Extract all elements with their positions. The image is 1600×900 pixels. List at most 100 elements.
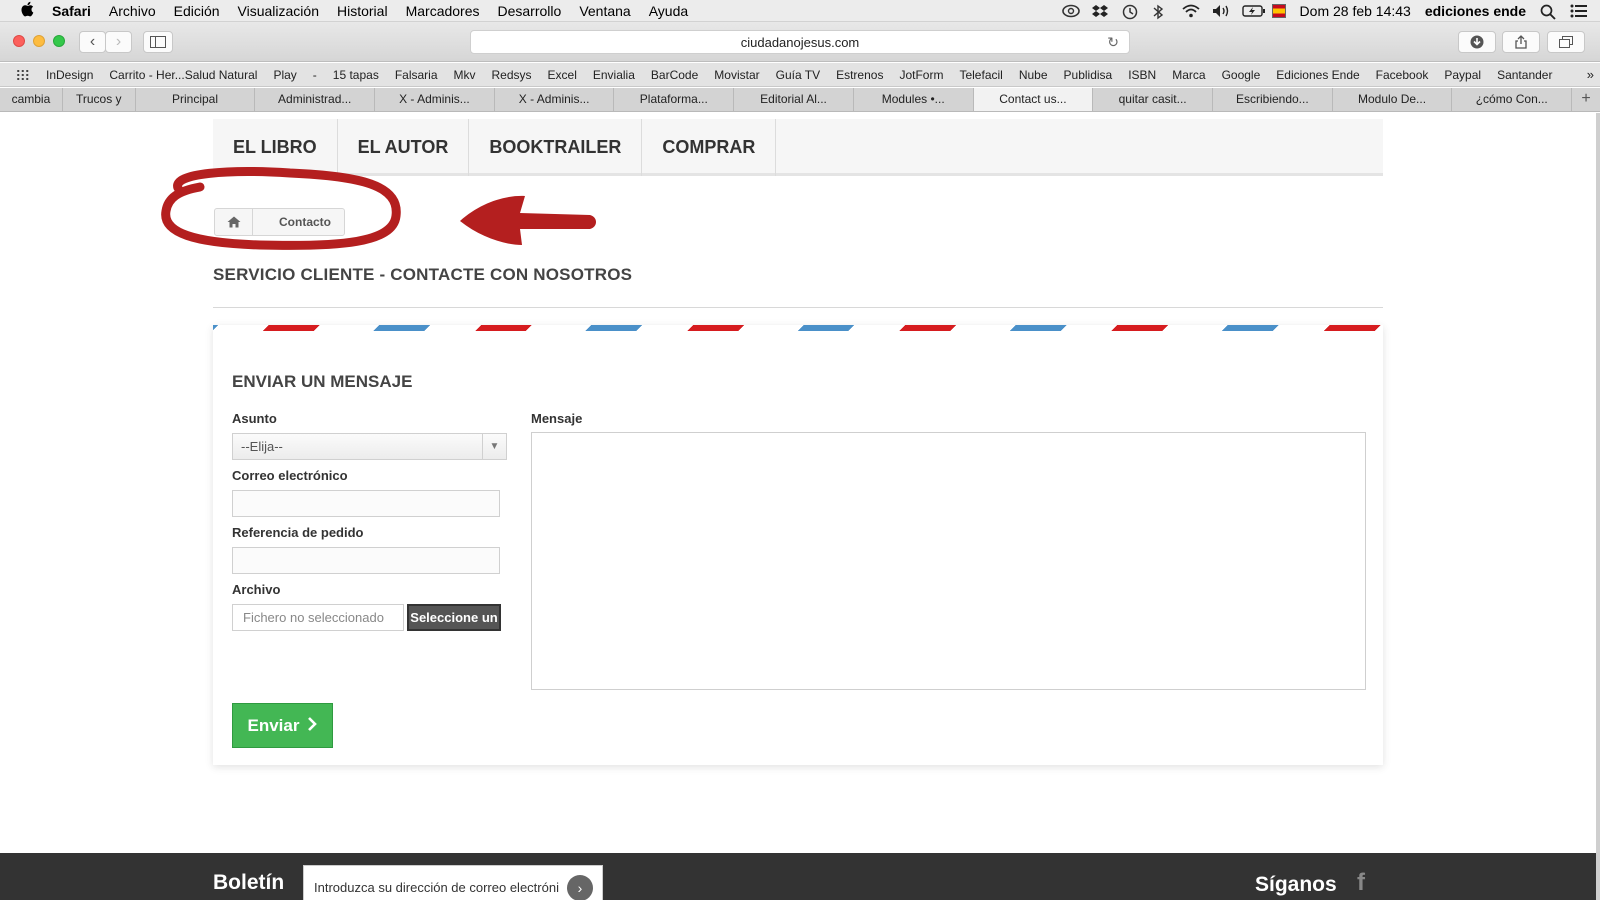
spotlight-search-icon[interactable] — [1540, 4, 1556, 20]
notification-center-icon[interactable] — [1570, 4, 1587, 18]
share-button[interactable] — [1502, 31, 1540, 53]
back-button[interactable]: ‹ — [79, 31, 106, 53]
annotation-circle — [161, 167, 401, 250]
forward-button[interactable]: › — [105, 31, 132, 53]
bookmark-item[interactable]: Publidisa — [1064, 68, 1113, 82]
bookmark-item[interactable]: Guía TV — [776, 68, 820, 82]
browser-tab[interactable]: Administrad... — [255, 88, 376, 111]
chevron-right-icon: › — [115, 33, 122, 50]
sidebar-toggle-button[interactable] — [143, 31, 173, 53]
bookmark-item[interactable]: InDesign — [46, 68, 93, 82]
browser-tab[interactable]: Modulo De... — [1333, 88, 1453, 111]
bookmarks-overflow-icon[interactable]: » — [1587, 67, 1594, 82]
browser-tab[interactable]: quitar casit... — [1093, 88, 1213, 111]
menu-visualizacion[interactable]: Visualización — [238, 3, 319, 19]
close-window-button[interactable] — [13, 35, 25, 47]
time-machine-icon[interactable] — [1122, 4, 1138, 20]
bookmark-item[interactable]: Redsys — [492, 68, 532, 82]
menu-desarrollo[interactable]: Desarrollo — [498, 3, 562, 19]
nav-comprar[interactable]: COMPRAR — [642, 119, 777, 176]
browser-tab[interactable]: Trucos y — [63, 88, 136, 111]
send-button[interactable]: Enviar — [232, 703, 333, 748]
bookmark-item[interactable]: Santander — [1497, 68, 1552, 82]
reload-icon[interactable]: ↻ — [1107, 34, 1119, 51]
bluetooth-icon[interactable] — [1152, 4, 1168, 20]
menu-marcadores[interactable]: Marcadores — [406, 3, 480, 19]
top-sites-grid-icon[interactable] — [16, 68, 30, 81]
input-source-flag-icon[interactable] — [1271, 4, 1286, 18]
menu-archivo[interactable]: Archivo — [109, 3, 156, 19]
browser-tab[interactable]: Modules •... — [854, 88, 974, 111]
bookmark-item[interactable]: - — [313, 68, 317, 82]
file-label: Archivo — [232, 582, 281, 597]
message-textarea[interactable] — [531, 432, 1366, 690]
page-scrollbar[interactable] — [1596, 113, 1600, 900]
facebook-icon[interactable]: f — [1357, 869, 1365, 897]
menu-ventana[interactable]: Ventana — [579, 3, 630, 19]
tab-overview-button[interactable] — [1547, 31, 1585, 53]
newsletter-email-input[interactable]: Introduzca su dirección de correo electr… — [303, 865, 603, 900]
browser-tab[interactable]: cambia — [0, 88, 63, 111]
dropbox-icon[interactable] — [1091, 4, 1108, 18]
share-icon — [1515, 35, 1527, 49]
send-button-label: Enviar — [247, 715, 300, 735]
browser-tab[interactable]: Principal — [136, 88, 256, 111]
email-label: Correo electrónico — [232, 468, 348, 483]
browser-tab[interactable]: X - Adminis... — [495, 88, 615, 111]
bookmark-item[interactable]: Nube — [1019, 68, 1048, 82]
choose-file-button[interactable]: Seleccione un — [407, 604, 501, 631]
email-field[interactable] — [232, 490, 500, 517]
newsletter-submit-arrow-icon[interactable]: › — [567, 875, 593, 900]
bookmark-item[interactable]: Google — [1222, 68, 1261, 82]
contact-form-card: ENVIAR UN MENSAJE Asunto --Elija-- ▼ Cor… — [213, 325, 1383, 765]
bookmark-item[interactable]: ISBN — [1128, 68, 1156, 82]
bookmark-item[interactable]: Ediciones Ende — [1276, 68, 1359, 82]
bookmark-item[interactable]: Estrenos — [836, 68, 883, 82]
browser-tab[interactable]: Plataforma... — [614, 88, 735, 111]
bookmark-item[interactable]: Carrito - Her...Salud Natural — [109, 68, 257, 82]
chevron-right-icon — [307, 716, 318, 736]
bookmark-item[interactable]: Excel — [548, 68, 577, 82]
address-bar-url: ciudadanojesus.com — [740, 34, 860, 50]
browser-tab[interactable]: ¿cómo Con... — [1452, 88, 1573, 111]
bookmark-item[interactable]: Movistar — [714, 68, 759, 82]
bookmark-item[interactable]: Falsaria — [395, 68, 438, 82]
subject-select[interactable]: --Elija-- ▼ — [232, 433, 507, 460]
chevron-down-icon: ▼ — [482, 434, 506, 459]
bookmark-item[interactable]: BarCode — [651, 68, 698, 82]
bookmark-item[interactable]: Telefacil — [959, 68, 1002, 82]
browser-tab[interactable]: Editorial Al... — [734, 88, 854, 111]
file-name-display: Fichero no seleccionado — [232, 604, 404, 631]
apple-menu-icon[interactable] — [18, 1, 36, 21]
order-reference-field[interactable] — [232, 547, 500, 574]
menu-ayuda[interactable]: Ayuda — [649, 3, 688, 19]
bookmark-item[interactable]: Facebook — [1376, 68, 1429, 82]
bookmark-item[interactable]: Marca — [1172, 68, 1205, 82]
bookmark-item[interactable]: Envialia — [593, 68, 635, 82]
battery-icon[interactable] — [1241, 4, 1265, 18]
wifi-icon[interactable] — [1181, 4, 1200, 18]
bookmark-item[interactable]: Play — [273, 68, 296, 82]
subject-select-value: --Elija-- — [241, 439, 283, 454]
menu-historial[interactable]: Historial — [337, 3, 388, 19]
menu-safari[interactable]: Safari — [52, 3, 91, 19]
bookmark-item[interactable]: Paypal — [1444, 68, 1481, 82]
browser-tab[interactable]: Escribiendo... — [1213, 88, 1333, 111]
bookmark-item[interactable]: JotForm — [899, 68, 943, 82]
volume-icon[interactable] — [1212, 4, 1228, 18]
address-bar[interactable]: ciudadanojesus.com ↻ — [470, 30, 1130, 54]
minimize-window-button[interactable] — [33, 35, 45, 47]
newsletter-title: Boletín — [213, 871, 285, 894]
browser-tab[interactable]: X - Adminis... — [375, 88, 495, 111]
downloads-button[interactable] — [1458, 31, 1496, 53]
menu-edicion[interactable]: Edición — [174, 3, 220, 19]
browser-tab-active[interactable]: Contact us... — [973, 88, 1094, 111]
bookmark-item[interactable]: 15 tapas — [333, 68, 379, 82]
creative-cloud-icon[interactable] — [1061, 4, 1080, 18]
zoom-window-button[interactable] — [53, 35, 65, 47]
menubar-clock[interactable]: Dom 28 feb 14:43 — [1300, 3, 1411, 19]
new-tab-plus-icon[interactable]: + — [1572, 88, 1600, 111]
bookmark-item[interactable]: Mkv — [454, 68, 476, 82]
browser-toolbar: ‹ › ciudadanojesus.com ↻ — [0, 22, 1600, 62]
menubar-user[interactable]: ediciones ende — [1425, 3, 1526, 19]
